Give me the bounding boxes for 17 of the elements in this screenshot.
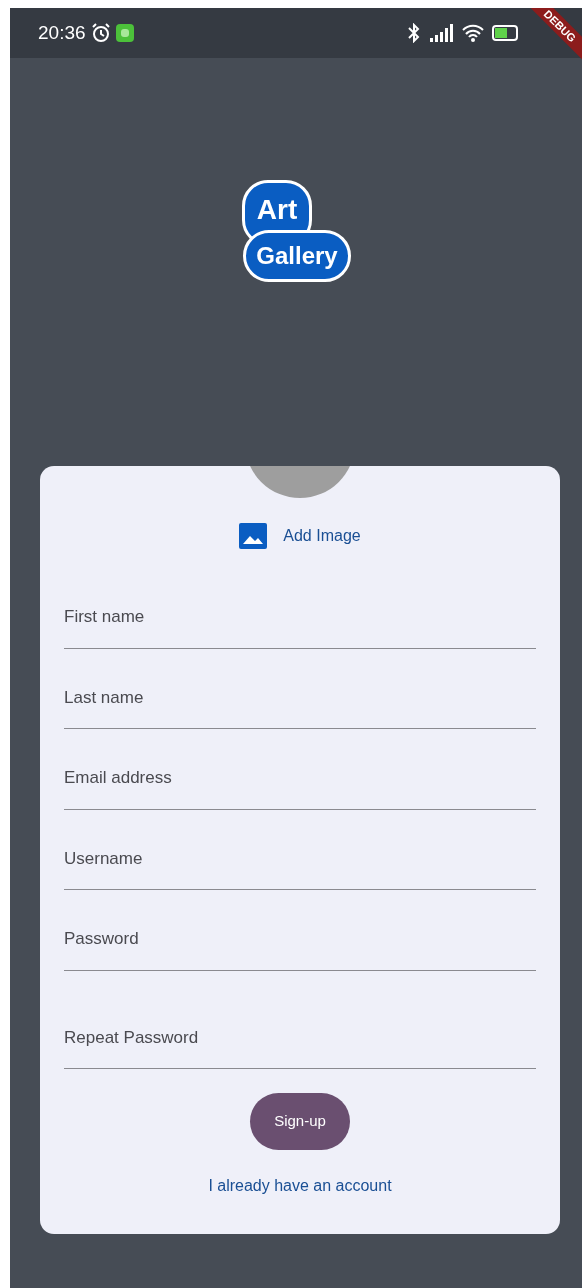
login-link[interactable]: I already have an account [208,1173,392,1198]
signal-icon [430,24,454,42]
logo: Art Gallery [10,58,582,466]
battery-icon [492,25,520,41]
text-field[interactable]: Password [64,918,536,971]
bluetooth-icon [406,23,422,43]
app-notification-icon [115,24,134,42]
add-image-button[interactable]: Add Image [233,522,367,550]
text-field[interactable]: Last name [64,676,536,729]
image-icon [239,523,268,549]
text-field[interactable]: Email address [64,757,536,810]
text-field[interactable]: First name [64,596,536,649]
wifi-icon [462,24,484,42]
sign-up-button[interactable]: Sign-up [250,1093,350,1150]
text-field[interactable]: Username [64,837,536,890]
text-field[interactable]: Repeat Password [64,1016,536,1069]
clock-time: 20:36 [38,20,86,45]
